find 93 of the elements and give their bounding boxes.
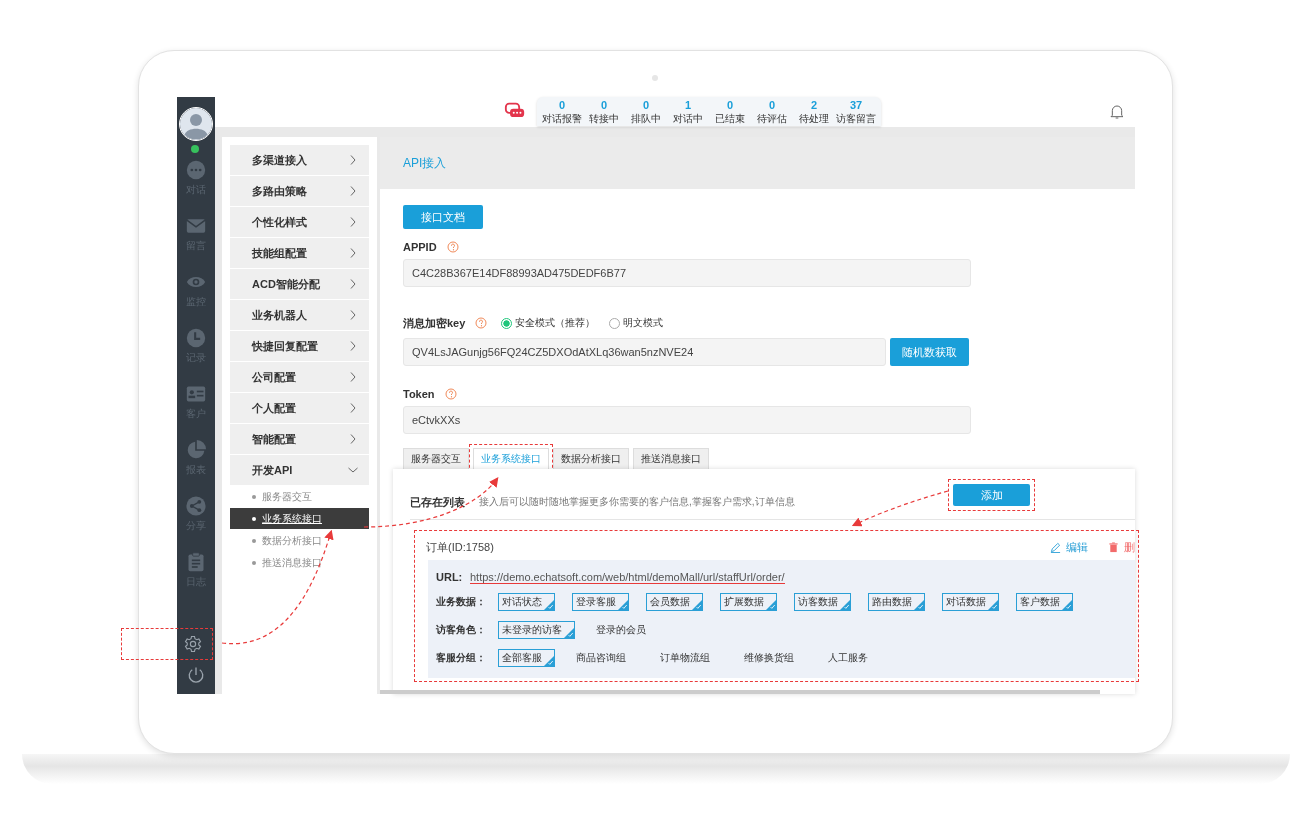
settings-menu-item[interactable]: 智能配置 <box>230 424 369 454</box>
tab[interactable]: 推送消息接口 <box>633 448 709 469</box>
input-field[interactable]: eCtvkXXs <box>403 406 971 434</box>
option-tag[interactable]: 人工服务 <box>824 649 881 667</box>
checkmark-icon <box>988 600 998 610</box>
submenu-item[interactable]: 服务器交互 <box>230 486 369 507</box>
option-tag[interactable]: 路由数据 <box>868 593 925 611</box>
url-link[interactable]: https://demo.echatsoft.com/web/html/demoMall/url/staffUrl/order/ <box>470 570 785 584</box>
settings-menu-item[interactable]: 公司配置 <box>230 362 369 392</box>
option-group-label: 访客角色： <box>436 623 487 637</box>
checkmark-icon <box>618 600 628 610</box>
status-count: 0 <box>558 98 566 112</box>
option-tag[interactable]: 扩展数据 <box>720 593 777 611</box>
status-label: 访客留言 <box>836 111 876 125</box>
checkmark-icon <box>544 656 554 666</box>
help-icon <box>446 241 459 253</box>
checkmark-icon <box>766 600 776 610</box>
settings-icon[interactable] <box>184 635 202 653</box>
checkmark-icon <box>914 600 924 610</box>
option-tag[interactable]: 会员数据 <box>646 593 703 611</box>
option-group-label: 业务数据： <box>436 595 487 609</box>
tab[interactable]: 数据分析接口 <box>553 448 629 469</box>
option-tag[interactable]: 订单物流组 <box>656 649 723 667</box>
help-icon <box>475 317 488 329</box>
user-avatar-icon <box>180 108 212 140</box>
help-icon <box>444 388 457 400</box>
checkmark-icon <box>544 600 554 610</box>
checkmark-icon <box>692 600 702 610</box>
status-count: 0 <box>726 98 734 112</box>
share-icon <box>186 496 206 516</box>
power-icon[interactable] <box>187 666 205 684</box>
clipboard-icon <box>186 552 206 572</box>
settings-menu-item[interactable]: 多路由策略 <box>230 176 369 206</box>
option-tag[interactable]: 访客数据 <box>794 593 851 611</box>
option-group-label: 客服分组： <box>436 651 487 665</box>
bell-icon <box>1109 104 1125 120</box>
checkmark-icon <box>1062 600 1072 610</box>
record-title: 订单(ID:1758) <box>426 539 494 555</box>
list-title: 已存在列表 <box>410 494 465 510</box>
status-count: 37 <box>849 98 863 112</box>
pie-chart-icon <box>186 440 206 460</box>
status-label: 待评估 <box>757 111 787 125</box>
settings-menu-item[interactable]: 快捷回复配置 <box>230 331 369 361</box>
status-label: 转接中 <box>589 111 619 125</box>
option-tag[interactable]: 商品咨询组 <box>572 649 639 667</box>
settings-menu-item[interactable]: 个人配置 <box>230 393 369 423</box>
option-tag[interactable]: 客户数据 <box>1016 593 1073 611</box>
field-label: Token <box>403 388 435 400</box>
radio-label: 安全模式（推荐） <box>515 316 596 330</box>
status-count: 2 <box>810 98 818 112</box>
radio-label: 明文模式 <box>623 316 664 330</box>
option-tag[interactable]: 对话数据 <box>942 593 999 611</box>
settings-menu-item[interactable]: 业务机器人 <box>230 300 369 330</box>
settings-menu-item[interactable]: 技能组配置 <box>230 238 369 268</box>
settings-menu-item[interactable]: 个性化样式 <box>230 207 369 237</box>
chat-bubble-icon <box>186 160 206 180</box>
settings-menu-item[interactable]: 开发API <box>230 455 369 485</box>
checkmark-icon <box>840 600 850 610</box>
status-count: 0 <box>768 98 776 112</box>
submenu-item[interactable]: 数据分析接口 <box>230 530 369 551</box>
tab[interactable]: 服务器交互 <box>403 448 469 469</box>
option-tag[interactable]: 登录的会员 <box>592 621 659 639</box>
submenu-item[interactable]: 业务系统接口 <box>230 508 369 529</box>
status-label: 待处理 <box>799 111 829 125</box>
id-card-icon <box>186 384 206 404</box>
radio-button[interactable] <box>609 317 621 329</box>
settings-menu-item[interactable]: ACD智能分配 <box>230 269 369 299</box>
trash-icon <box>1108 541 1119 553</box>
input-field[interactable]: C4C28B367E14DF88993AD475DEDF6B77 <box>403 259 971 287</box>
input-field[interactable]: QV4LsJAGunjg56FQ24CZ5DXOdAtXLq36wan5nzNVE24 <box>403 338 886 366</box>
page-title: API接入 <box>403 154 447 172</box>
option-tag[interactable]: 全部客服 <box>498 649 555 667</box>
envelope-icon <box>186 216 206 236</box>
clock-icon <box>186 328 206 348</box>
status-label: 对话报警 <box>542 111 582 125</box>
status-label: 排队中 <box>631 111 661 125</box>
pencil-icon <box>1050 541 1061 553</box>
checkmark-icon <box>564 628 574 638</box>
option-tag[interactable]: 登录客服 <box>572 593 629 611</box>
status-count: 1 <box>684 98 692 112</box>
url-label: URL: <box>436 571 464 583</box>
list-hint: 接入后可以随时随地掌握更多你需要的客户信息,掌握客户需求,订单信息 <box>479 495 795 509</box>
status-label: 已结束 <box>715 111 745 125</box>
option-tag[interactable]: 未登录的访客 <box>498 621 575 639</box>
option-tag[interactable]: 对话状态 <box>498 593 555 611</box>
status-count: 0 <box>600 98 608 112</box>
status-label: 对话中 <box>673 111 703 125</box>
settings-menu-item[interactable]: 多渠道接入 <box>230 145 369 175</box>
status-count: 0 <box>642 98 650 112</box>
option-tag[interactable]: 维修换货组 <box>740 649 807 667</box>
field-label: APPID <box>403 241 437 253</box>
radio-button[interactable] <box>501 317 513 329</box>
field-label: 消息加密key <box>403 315 466 331</box>
